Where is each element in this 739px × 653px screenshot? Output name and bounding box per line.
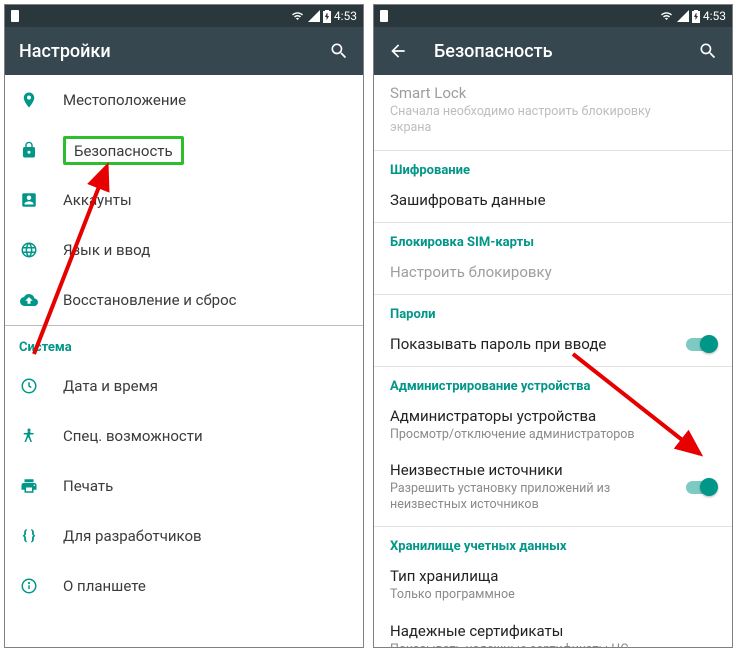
- header-sim: Блокировка SIM-карты: [374, 223, 732, 254]
- battery-icon: [323, 10, 331, 23]
- item-datetime[interactable]: Дата и время: [5, 361, 363, 411]
- pref-subtitle: Просмотр/отключение администраторов: [390, 427, 670, 443]
- pref-sim-lock: Настроить блокировку: [374, 254, 732, 290]
- settings-screen: 4:53 Настройки Местоположение Безопаснос…: [4, 4, 364, 648]
- pref-subtitle: Сначала необходимо настроить блокировку …: [390, 104, 670, 137]
- pref-storage-type[interactable]: Тип хранилища Только программное: [374, 558, 732, 612]
- pref-title: Настроить блокировку: [390, 263, 716, 281]
- search-icon: [329, 41, 349, 61]
- signal-icon: [677, 10, 689, 22]
- print-icon: [20, 477, 38, 495]
- arrow-back-icon: [388, 41, 408, 61]
- item-location[interactable]: Местоположение: [5, 75, 363, 125]
- pref-smart-lock: Smart Lock Сначала необходимо настроить …: [374, 75, 732, 146]
- header-encryption: Шифрование: [374, 151, 732, 182]
- signal-icon: [308, 10, 320, 22]
- item-label: О планшете: [63, 577, 146, 595]
- search-button[interactable]: [696, 41, 718, 61]
- item-security[interactable]: Безопасность: [5, 125, 363, 175]
- item-label: Для разработчиков: [63, 527, 202, 545]
- backup-icon: [20, 291, 38, 309]
- toggle-show-password[interactable]: [684, 335, 718, 353]
- status-bar: 4:53: [5, 5, 363, 27]
- status-bar: 4:53: [374, 5, 732, 27]
- security-list: Smart Lock Сначала необходимо настроить …: [374, 75, 732, 647]
- item-label: Дата и время: [63, 377, 158, 395]
- item-accounts[interactable]: Аккаунты: [5, 175, 363, 225]
- item-about[interactable]: О планшете: [5, 561, 363, 611]
- page-title: Настройки: [19, 41, 303, 62]
- item-print[interactable]: Печать: [5, 461, 363, 511]
- status-time: 4:53: [334, 9, 357, 23]
- app-bar: Безопасность: [374, 27, 732, 75]
- pref-device-admins[interactable]: Администраторы устройства Просмотр/отклю…: [374, 398, 732, 452]
- item-backup[interactable]: Восстановление и сброс: [5, 275, 363, 325]
- settings-list: Местоположение Безопасность Аккаунты Язы…: [5, 75, 363, 647]
- security-screen: 4:53 Безопасность Smart Lock Сначала нео…: [373, 4, 733, 648]
- pref-subtitle: Разрешить установку приложений из неизве…: [390, 481, 670, 514]
- pref-title: Администраторы устройства: [390, 407, 716, 425]
- item-label: Аккаунты: [63, 191, 132, 209]
- search-button[interactable]: [327, 41, 349, 61]
- lock-icon: [20, 141, 38, 159]
- braces-icon: { }: [19, 528, 39, 544]
- pref-subtitle: Только программное: [390, 587, 670, 603]
- battery-icon: [692, 10, 700, 23]
- item-label: Язык и ввод: [63, 241, 150, 259]
- wifi-icon: [659, 10, 674, 22]
- toggle-unknown-sources[interactable]: [684, 478, 718, 496]
- pref-unknown-sources[interactable]: Неизвестные источники Разрешить установк…: [374, 452, 732, 523]
- search-icon: [698, 41, 718, 61]
- accessibility-icon: [20, 427, 38, 445]
- app-bar: Настройки: [5, 27, 363, 75]
- card-icon: [380, 10, 388, 22]
- globe-icon: [20, 241, 38, 259]
- header-admin: Администрирование устройства: [374, 367, 732, 398]
- pref-title: Показывать пароль при вводе: [390, 335, 716, 353]
- section-system: Система: [5, 326, 363, 361]
- item-developer[interactable]: { } Для разработчиков: [5, 511, 363, 561]
- item-label: Спец. возможности: [63, 427, 203, 445]
- header-credentials: Хранилище учетных данных: [374, 527, 732, 558]
- status-time: 4:53: [703, 9, 726, 23]
- item-accessibility[interactable]: Спец. возможности: [5, 411, 363, 461]
- info-icon: [20, 577, 38, 595]
- pref-title: Неизвестные источники: [390, 461, 716, 479]
- item-label: Безопасность: [74, 142, 173, 160]
- pref-title: Зашифровать данные: [390, 191, 716, 209]
- pref-encrypt[interactable]: Зашифровать данные: [374, 182, 732, 218]
- header-passwords: Пароли: [374, 295, 732, 326]
- highlight-security: Безопасность: [63, 136, 184, 165]
- card-icon: [11, 10, 19, 22]
- pref-trusted-certs[interactable]: Надежные сертификаты Показывать надежные…: [374, 613, 732, 648]
- item-language[interactable]: Язык и ввод: [5, 225, 363, 275]
- page-title: Безопасность: [434, 41, 672, 62]
- pref-show-password[interactable]: Показывать пароль при вводе: [374, 326, 732, 362]
- clock-icon: [20, 377, 38, 395]
- pref-title: Smart Lock: [390, 84, 716, 102]
- item-label: Печать: [63, 477, 113, 495]
- wifi-icon: [290, 10, 305, 22]
- item-label: Местоположение: [63, 91, 186, 109]
- location-icon: [20, 91, 38, 109]
- pref-title: Тип хранилища: [390, 567, 716, 585]
- account-icon: [20, 191, 38, 209]
- item-label: Восстановление и сброс: [63, 291, 236, 309]
- pref-subtitle: Показывать надежные сертификаты ЦС: [390, 642, 670, 648]
- back-button[interactable]: [388, 41, 410, 61]
- pref-title: Надежные сертификаты: [390, 622, 716, 640]
